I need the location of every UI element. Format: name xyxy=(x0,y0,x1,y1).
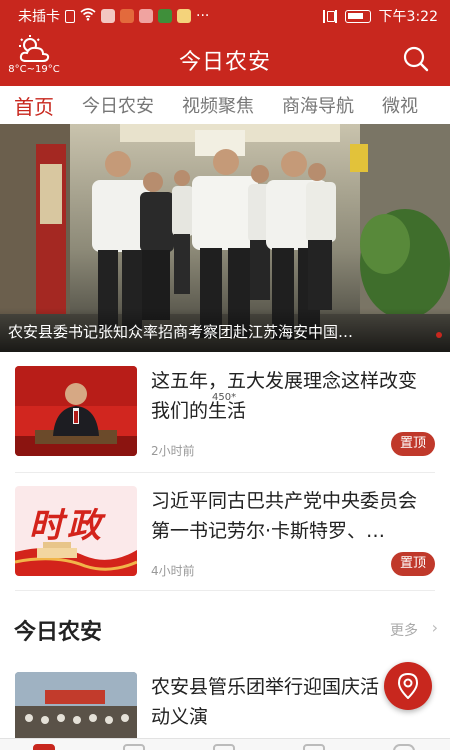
tab-business-guide[interactable]: 商海导航 xyxy=(268,92,368,118)
profile-nav-icon[interactable] xyxy=(393,744,415,750)
hero-carousel[interactable]: 农安县委书记张知众率招商考察团赴江苏海安中国… xyxy=(0,124,450,352)
thumb-label: 时政 xyxy=(29,506,105,546)
status-bar: 未插卡 ··· 下午3:22 xyxy=(0,0,450,32)
news-nav-icon[interactable] xyxy=(123,744,145,750)
tab-micro-video[interactable]: 微视 xyxy=(368,92,432,118)
battery-icon xyxy=(344,9,371,23)
app-notification-icon xyxy=(139,9,153,23)
tab-today-nongan[interactable]: 今日农安 xyxy=(68,92,168,118)
pinned-badge: 置顶 xyxy=(391,432,435,456)
news-time: 4小时前 xyxy=(151,564,195,578)
app-notification-icon xyxy=(158,9,172,23)
divider xyxy=(15,590,435,591)
news-title: 这五年，五大发展理念这样改变我们的生活 xyxy=(151,370,418,422)
tab-video-focus[interactable]: 视频聚焦 xyxy=(168,92,268,118)
news-item[interactable]: 时政 习近平同古巴共产党中央委员会第一书记劳尔·卡斯特罗、… 4小时前 置顶 xyxy=(15,486,435,586)
location-pin-icon xyxy=(397,673,419,699)
divider xyxy=(15,472,435,473)
wifi-icon xyxy=(80,7,96,25)
search-button[interactable] xyxy=(402,45,430,73)
news-time: 2小时前 xyxy=(151,444,195,458)
more-link[interactable]: 更多 xyxy=(390,620,418,640)
chevron-right-icon: › xyxy=(431,618,438,637)
location-button[interactable] xyxy=(384,662,432,710)
search-icon xyxy=(403,46,429,72)
app-notification-icon xyxy=(120,9,134,23)
section-title: 今日农安 xyxy=(14,620,103,645)
hero-caption: 农安县委书记张知众率招商考察团赴江苏海安中国… xyxy=(8,323,354,341)
interaction-nav-icon[interactable] xyxy=(303,744,325,750)
sim-icon xyxy=(65,9,75,23)
news-thumbnail xyxy=(15,366,137,456)
bottom-nav xyxy=(0,738,450,750)
page-title: 今日农安 xyxy=(178,50,271,75)
news-thumbnail: 时政 xyxy=(15,486,137,576)
news-item[interactable]: 农安县管乐团举行迎国庆活动义演 xyxy=(15,672,435,738)
news-title: 农安县管乐团举行迎国庆活动义演 xyxy=(151,676,380,728)
watermark: 450* xyxy=(212,392,237,403)
app-header: 8°C~19°C 今日农安 xyxy=(0,32,450,86)
news-title: 习近平同古巴共产党中央委员会第一书记劳尔·卡斯特罗、… xyxy=(151,490,418,542)
news-item[interactable]: 这五年，五大发展理念这样改变我们的生活 2小时前 置顶 xyxy=(15,366,435,466)
more-notifications: ··· xyxy=(196,8,210,24)
section-header: 今日农安 更多 › xyxy=(14,612,438,646)
tab-home[interactable]: 首页 xyxy=(0,91,68,120)
carrier-label: 未插卡 xyxy=(18,9,60,25)
app-notification-icon xyxy=(101,9,115,23)
service-nav-icon[interactable] xyxy=(213,744,235,750)
weibo-notification-icon xyxy=(177,9,191,23)
carousel-indicator xyxy=(436,332,442,338)
vibrate-icon xyxy=(322,9,337,23)
home-nav-icon[interactable] xyxy=(33,744,55,750)
pinned-badge: 置顶 xyxy=(391,552,435,576)
channel-tabs: 首页 今日农安 视频聚焦 商海导航 微视 xyxy=(0,86,450,124)
clock: 下午3:22 xyxy=(378,9,438,25)
news-thumbnail xyxy=(15,672,137,738)
